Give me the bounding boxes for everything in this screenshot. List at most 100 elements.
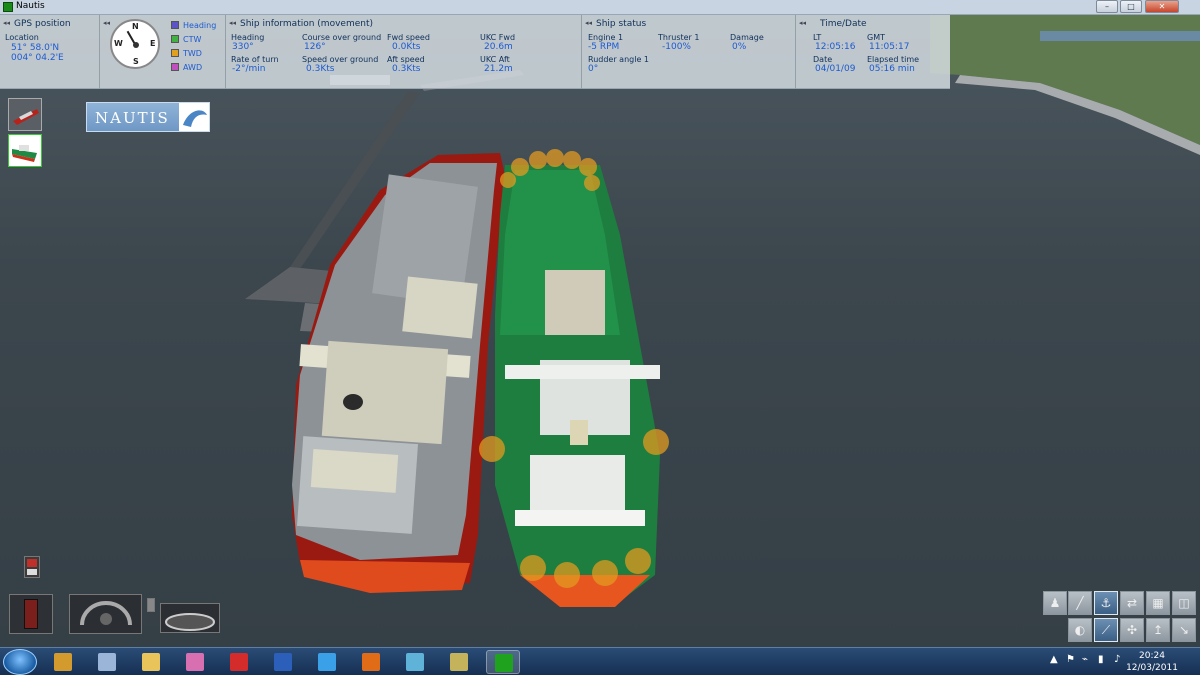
nautis-app-icon — [495, 654, 513, 672]
collapse-arrows-icon[interactable]: ◂◂ — [3, 19, 10, 27]
lever-handle[interactable] — [147, 598, 155, 612]
line-icon: ╱ — [1076, 596, 1084, 610]
weather-icon: ◐ — [1074, 623, 1086, 637]
ship-status-section: ◂◂ Ship status Engine 1 -5 RPM Thruster … — [582, 15, 796, 89]
acrobat-taskbar-button[interactable] — [222, 650, 256, 674]
view-pilot-tool[interactable]: ♟ — [1043, 591, 1067, 615]
usb-icon[interactable]: ⌁ — [1082, 654, 1088, 665]
window-title: Nautis — [16, 1, 45, 11]
close-button[interactable]: ✕ — [1145, 0, 1179, 13]
paint-taskbar-button[interactable] — [178, 650, 212, 674]
window-titlebar: Nautis – □ ✕ — [0, 0, 1200, 15]
acrobat-icon — [230, 653, 248, 671]
clock-date: 12/03/2011 — [1126, 663, 1178, 673]
notes-icon — [406, 653, 424, 671]
ukc-fwd-value: 20.6m — [484, 42, 513, 52]
engine-value: -5 RPM — [588, 42, 620, 52]
word-icon — [274, 653, 292, 671]
compass-section: ◂◂ N S E W Heading CTW TWD AWD — [100, 15, 226, 89]
tug-icon: ⇄ — [1126, 596, 1138, 610]
messenger-taskbar-button[interactable] — [310, 650, 344, 674]
explorer-folder-icon — [142, 653, 160, 671]
anchor-icon: ⚓ — [1100, 596, 1112, 610]
weather-tool[interactable]: ◐ — [1068, 618, 1092, 642]
ukc-fwd-label: UKC Fwd — [480, 33, 516, 42]
damage-value: 0% — [732, 42, 747, 52]
pin-tool[interactable]: ↥ — [1146, 618, 1170, 642]
system-clock[interactable]: 20:24 12/03/2011 — [1122, 650, 1182, 674]
rudder-angle-label: Rudder angle 1 — [588, 55, 650, 64]
network-folder-taskbar-button[interactable] — [442, 650, 476, 674]
date-value: 04/01/09 — [815, 64, 856, 74]
app-icon — [3, 2, 13, 12]
tug-tool[interactable]: ⇄ — [1120, 591, 1144, 615]
movement-section: ◂◂ Ship information (movement) Heading 3… — [226, 15, 582, 89]
rudder-wheel-control[interactable] — [69, 594, 142, 634]
word-taskbar-button[interactable] — [266, 650, 300, 674]
gps-section: ◂◂ GPS position Location 51° 58.0'N 004°… — [0, 15, 100, 89]
cog-value: 126° — [304, 42, 326, 52]
location-label: Location — [5, 33, 39, 42]
maximize-button[interactable]: □ — [1120, 0, 1142, 13]
grid-icon: ▦ — [1152, 596, 1164, 610]
hud-panel: ◂◂ GPS position Location 51° 58.0'N 004°… — [0, 15, 950, 89]
pin-icon: ↥ — [1152, 623, 1164, 637]
folder-photos-taskbar-button[interactable] — [46, 650, 80, 674]
cube-icon: ◫ — [1178, 596, 1190, 610]
lt-value: 12:05:16 — [815, 42, 856, 52]
collapse-arrows-icon[interactable]: ◂◂ — [103, 19, 110, 27]
gps-title: GPS position — [14, 19, 71, 29]
awd-swatch-icon — [171, 63, 179, 71]
ship-status-title: Ship status — [596, 19, 647, 29]
collapse-arrows-icon[interactable]: ◂◂ — [799, 19, 806, 27]
measure-icon: ↘ — [1178, 623, 1190, 637]
cog-label: Course over ground — [302, 33, 382, 42]
engine-telegraph-control[interactable] — [9, 594, 53, 634]
measure-tool[interactable]: ↘ — [1172, 618, 1196, 642]
network-icon[interactable]: ▮ — [1098, 654, 1104, 665]
heading-label: Heading — [231, 33, 265, 42]
anchor-tool[interactable]: ⚓ — [1094, 591, 1118, 615]
compass-rose-icon: N S E W — [110, 19, 160, 69]
compass-hub — [133, 42, 139, 48]
aft-speed-value: 0.3Kts — [392, 64, 421, 74]
legend-twd: TWD — [171, 49, 202, 58]
elapsed-time-value: 05:16 min — [869, 64, 915, 74]
alarm-light-icon[interactable] — [24, 556, 40, 578]
rope-tool[interactable]: ⟋ — [1094, 618, 1118, 642]
compass-east: E — [150, 39, 156, 48]
rudder-angle-value: 0° — [588, 64, 599, 74]
compass-south: S — [133, 57, 139, 66]
legend-awd: AWD — [171, 63, 202, 72]
nautis-app-taskbar-button[interactable] — [486, 650, 520, 674]
minimize-button[interactable]: – — [1096, 0, 1118, 13]
ship-thumbnail-icon — [13, 109, 39, 125]
legend-ctw: CTW — [171, 35, 201, 44]
heading-value: 330° — [232, 42, 254, 52]
legend-heading: Heading — [171, 21, 216, 30]
thruster-dial-control[interactable] — [160, 603, 220, 633]
firefox-taskbar-button[interactable] — [354, 650, 388, 674]
cube-tool[interactable]: ◫ — [1172, 591, 1196, 615]
paint-icon — [186, 653, 204, 671]
tray-up-arrow-icon[interactable]: ▲ — [1050, 654, 1058, 665]
start-button[interactable] — [3, 649, 37, 675]
lt-label: LT — [813, 33, 822, 42]
grey-ship-select-button[interactable] — [8, 98, 42, 131]
volume-icon[interactable]: ♪ — [1114, 654, 1120, 665]
camera-tool[interactable]: ✣ — [1120, 618, 1144, 642]
date-label: Date — [813, 55, 833, 64]
flag-icon[interactable]: ⚑ — [1066, 654, 1075, 665]
collapse-arrows-icon[interactable]: ◂◂ — [229, 19, 236, 27]
explorer-folder-taskbar-button[interactable] — [134, 650, 168, 674]
collapse-arrows-icon[interactable]: ◂◂ — [585, 19, 592, 27]
ukc-aft-label: UKC Aft — [480, 55, 510, 64]
notes-taskbar-button[interactable] — [398, 650, 432, 674]
calculator-taskbar-button[interactable] — [90, 650, 124, 674]
latitude-value: 51° 58.0'N — [11, 43, 60, 53]
messenger-icon — [318, 653, 336, 671]
line-tool[interactable]: ╱ — [1068, 591, 1092, 615]
grid-tool[interactable]: ▦ — [1146, 591, 1170, 615]
green-ship-select-button[interactable] — [8, 134, 42, 167]
gmt-label: GMT — [867, 33, 885, 42]
